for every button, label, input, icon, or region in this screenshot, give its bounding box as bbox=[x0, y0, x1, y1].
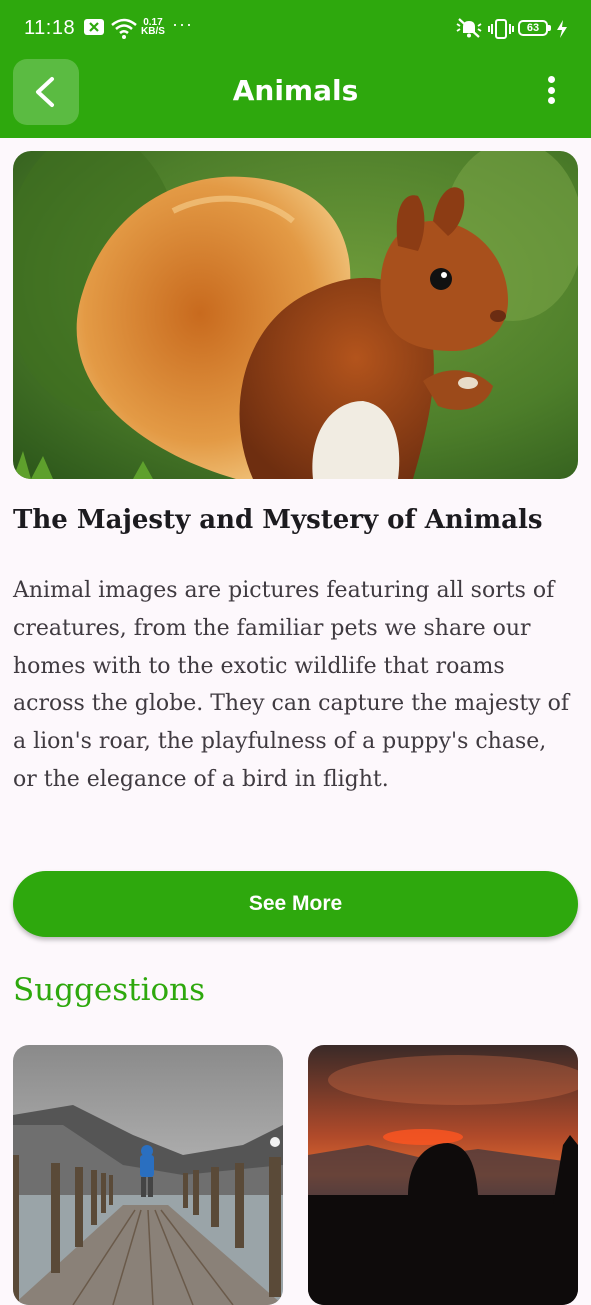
status-overflow-dots: ··· bbox=[172, 14, 193, 34]
app-bar: Animals bbox=[0, 58, 591, 138]
suggestion-card-sunset[interactable] bbox=[308, 1045, 578, 1305]
article-title: The Majesty and Mystery of Animals bbox=[13, 505, 543, 535]
notification-icon bbox=[83, 18, 105, 41]
page-title: Animals bbox=[232, 74, 359, 107]
suggestion-card-pier[interactable] bbox=[13, 1045, 283, 1305]
hero-image-squirrel bbox=[13, 151, 578, 479]
more-dot bbox=[547, 97, 555, 104]
article-body: Animal images are pictures featuring all… bbox=[13, 578, 569, 792]
wifi-icon bbox=[111, 17, 137, 44]
battery-icon: 63 bbox=[518, 20, 551, 36]
network-speed: 0.17 KB/S bbox=[141, 18, 165, 37]
mute-icon bbox=[456, 17, 482, 44]
status-time: 11:18 bbox=[24, 17, 76, 39]
network-speed-unit: KB/S bbox=[141, 26, 165, 37]
sunset-image bbox=[308, 1045, 578, 1305]
more-options-button[interactable] bbox=[536, 76, 566, 112]
squirrel-image bbox=[13, 151, 578, 479]
see-more-button[interactable]: See More bbox=[13, 871, 578, 937]
suggestions-heading: Suggestions bbox=[13, 972, 206, 1008]
more-vertical-icon bbox=[547, 76, 555, 83]
pier-image bbox=[13, 1045, 283, 1305]
charging-icon bbox=[556, 20, 568, 43]
more-dot bbox=[547, 86, 555, 94]
status-bar: 11:18 0.17 KB/S ··· 63 bbox=[0, 0, 591, 58]
vibrate-icon bbox=[488, 18, 514, 45]
